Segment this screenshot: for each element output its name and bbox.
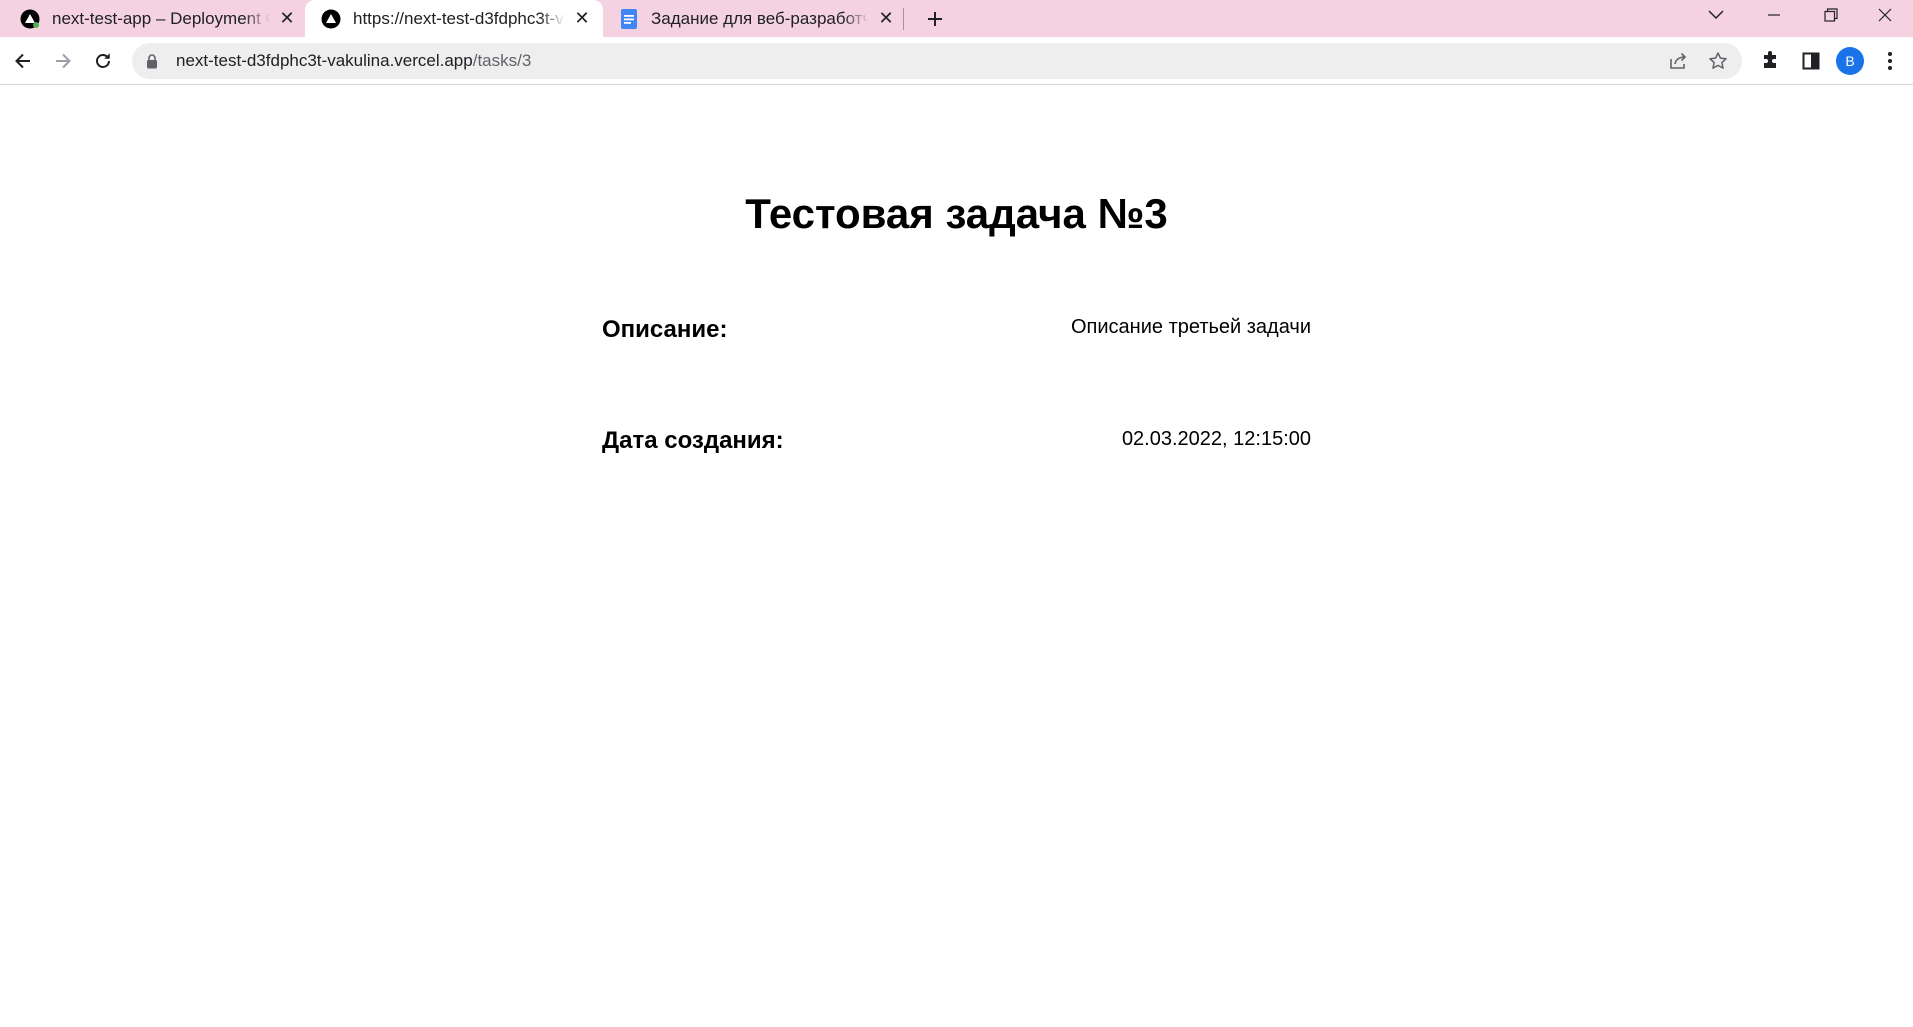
side-panel-icon [1802, 52, 1820, 70]
bookmark-star-icon[interactable] [1702, 45, 1734, 77]
vercel-icon [20, 9, 40, 29]
forward-button[interactable] [47, 45, 79, 77]
close-tab-icon[interactable]: ✕ [276, 8, 298, 30]
address-bar[interactable]: next-test-d3fdphc3t-vakulina.vercel.app/… [132, 43, 1742, 79]
created-date-label: Дата создания: [602, 427, 784, 454]
new-tab-button[interactable] [920, 4, 950, 34]
page-title: Тестовая задача №3 [745, 190, 1168, 237]
url-text[interactable]: next-test-d3fdphc3t-vakulina.vercel.app/… [176, 51, 531, 71]
vercel-icon [321, 9, 341, 29]
minimize-icon [1768, 14, 1780, 16]
url-host: next-test-d3fdphc3t-vakulina.vercel.app [176, 51, 473, 70]
arrow-right-icon [56, 53, 71, 69]
tab-title: next-test-app – Deployment Overview [52, 8, 270, 28]
reload-icon [96, 53, 110, 68]
close-tab-icon[interactable]: ✕ [875, 8, 897, 30]
browser-tab-deployment[interactable]: next-test-app – Deployment Overview ✕ [20, 0, 298, 37]
more-vertical-icon [1888, 52, 1892, 70]
browser-tab-docs[interactable]: Задание для веб-разработчиков ✕ [619, 0, 897, 37]
side-panel-button[interactable] [1795, 45, 1827, 77]
tab-separator [903, 8, 904, 30]
description-value: Описание третьей задачи [1071, 316, 1311, 338]
share-icon[interactable] [1662, 45, 1694, 77]
tab-search-button[interactable] [1688, 0, 1744, 30]
reload-button[interactable] [87, 45, 119, 77]
close-tab-icon[interactable]: ✕ [571, 8, 593, 30]
close-window-button[interactable] [1857, 0, 1913, 30]
puzzle-icon [1764, 51, 1776, 68]
close-icon [1878, 8, 1892, 22]
created-date-value: 02.03.2022, 12:15:00 [1121, 428, 1311, 450]
tab-title: https://next-test-d3fdphc3t-vakulina.ver… [353, 8, 565, 28]
plus-icon [928, 12, 942, 26]
chevron-down-icon [1708, 10, 1724, 20]
browser-toolbar: next-test-d3fdphc3t-vakulina.vercel.app/… [0, 37, 1913, 85]
back-button[interactable] [7, 45, 39, 77]
tab-strip: next-test-app – Deployment Overview ✕ ht… [0, 0, 1913, 37]
description-label: Описание: [602, 316, 728, 343]
minimize-button[interactable] [1746, 0, 1802, 30]
menu-button[interactable] [1874, 45, 1906, 77]
url-path: /tasks/3 [472, 51, 532, 70]
extensions-button[interactable] [1754, 45, 1786, 77]
tab-title: Задание для веб-разработчиков [651, 8, 869, 28]
google-docs-icon [619, 8, 639, 29]
restore-button[interactable] [1803, 0, 1859, 30]
profile-avatar[interactable]: B [1836, 47, 1864, 75]
lock-icon[interactable] [146, 53, 160, 69]
restore-icon [1824, 8, 1838, 22]
arrow-left-icon [15, 53, 30, 69]
browser-tab-task[interactable]: https://next-test-d3fdphc3t-vakulina.ver… [305, 0, 603, 37]
